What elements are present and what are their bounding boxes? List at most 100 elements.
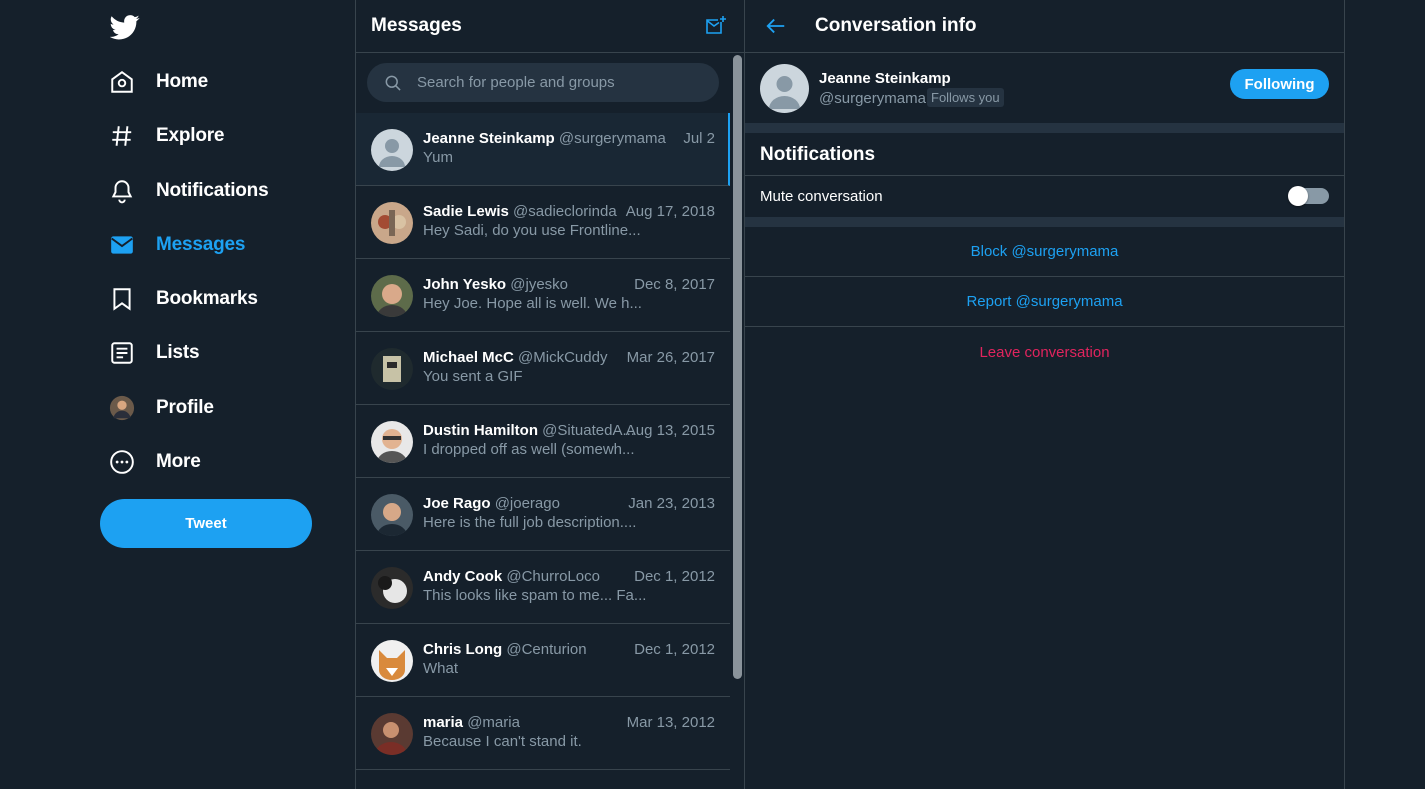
section-divider (745, 217, 1344, 227)
bell-icon (108, 177, 136, 205)
bookmark-icon (108, 285, 136, 313)
conversation-preview: Yum (423, 149, 454, 166)
section-divider (745, 123, 1344, 133)
avatar (371, 567, 413, 609)
conversation-name: John Yesko (423, 276, 507, 293)
avatar (371, 275, 413, 317)
follows-you-badge: Follows you (927, 88, 1004, 107)
conversation-row[interactable]: Andy Cook @ChurroLoco Dec 1, 2012 This l… (356, 551, 730, 624)
conversation-name: maria (423, 714, 464, 731)
avatar (371, 129, 413, 171)
conversation-name: Dustin Hamilton (423, 422, 538, 439)
conversation-name: Chris Long (423, 641, 503, 658)
nav-explore[interactable]: Explore (108, 116, 224, 156)
back-arrow-icon[interactable] (765, 15, 787, 37)
conversation-date: Mar 13, 2012 (626, 714, 715, 731)
avatar (371, 202, 413, 244)
avatar (371, 348, 413, 390)
avatar (371, 421, 413, 463)
more-icon (108, 448, 136, 476)
leave-conversation-button[interactable]: Leave conversation (745, 327, 1344, 377)
conversation-info-panel: Conversation info Jeanne Steinkamp @surg… (745, 0, 1345, 789)
messages-header: Messages (356, 0, 744, 53)
conversation-list: Jeanne Steinkamp @surgerymama Jul 2 Yum … (356, 113, 730, 770)
nav-bookmarks-label: Bookmarks (156, 288, 258, 309)
conversation-handle: @SituatedA... (542, 422, 635, 439)
conversation-date: Mar 26, 2017 (626, 349, 715, 366)
nav-profile[interactable]: Profile (108, 388, 214, 428)
conversation-preview: Because I can't stand it. (423, 733, 582, 750)
conversation-date: Aug 17, 2018 (625, 203, 715, 220)
nav-profile-label: Profile (156, 397, 214, 418)
conversation-date: Dec 8, 2017 (634, 276, 715, 293)
conversation-row[interactable]: Jeanne Steinkamp @surgerymama Jul 2 Yum (356, 113, 730, 186)
messages-panel: Messages Jeanne Steinkamp @surgerymama J… (355, 0, 745, 789)
conversation-date: Jan 23, 2013 (628, 495, 715, 512)
conversation-preview: I dropped off as well (somewh... (423, 441, 635, 458)
search-bar[interactable] (367, 63, 719, 102)
conversation-row[interactable]: Chris Long @Centurion Dec 1, 2012 What (356, 624, 730, 697)
envelope-icon (108, 231, 136, 259)
list-icon (108, 339, 136, 367)
home-icon (108, 68, 136, 96)
conversation-name: Andy Cook (423, 568, 503, 585)
avatar (371, 494, 413, 536)
messages-title: Messages (371, 15, 462, 36)
conversation-row[interactable]: John Yesko @jyesko Dec 8, 2017 Hey Joe. … (356, 259, 730, 332)
nav-more-label: More (156, 451, 201, 472)
mute-conversation-row: Mute conversation (745, 176, 1344, 217)
conversation-handle: @maria (467, 714, 520, 731)
conversation-row[interactable]: Sadie Lewis @sadieclorinda Aug 17, 2018 … (356, 186, 730, 259)
new-message-icon[interactable] (704, 14, 728, 38)
avatar (108, 394, 136, 422)
notifications-section-header: Notifications (745, 133, 1344, 176)
twitter-logo-icon[interactable] (109, 12, 140, 42)
conversation-handle: @surgerymama (558, 130, 666, 147)
sidebar-nav: Home Explore Notifications Messages Book… (0, 0, 356, 789)
nav-home-label: Home (156, 71, 208, 92)
search-icon (383, 73, 403, 93)
participant-handle: @surgerymama (819, 90, 926, 107)
nav-bookmarks[interactable]: Bookmarks (108, 279, 258, 319)
following-button[interactable]: Following (1230, 69, 1329, 99)
conversation-date: Dec 1, 2012 (634, 641, 715, 658)
avatar (371, 640, 413, 682)
conversation-handle: @ChurroLoco (506, 568, 600, 585)
nav-lists[interactable]: Lists (108, 333, 200, 373)
conversation-date: Aug 13, 2015 (625, 422, 715, 439)
conversation-preview: What (423, 660, 459, 677)
nav-more[interactable]: More (108, 442, 201, 482)
nav-messages[interactable]: Messages (108, 225, 245, 265)
conversation-name: Joe Rago (423, 495, 491, 512)
conversation-handle: @MickCuddy (518, 349, 608, 366)
conversation-date: Dec 1, 2012 (634, 568, 715, 585)
nav-notifications[interactable]: Notifications (108, 171, 269, 211)
avatar (371, 713, 413, 755)
conversation-handle: @joerago (494, 495, 560, 512)
nav-explore-label: Explore (156, 125, 225, 146)
toggle-knob (1288, 186, 1308, 206)
conversation-preview: Hey Joe. Hope all is well. We h... (423, 295, 642, 312)
conversation-row[interactable]: Michael McC @MickCuddy Mar 26, 2017 You … (356, 332, 730, 405)
conversation-date: Jul 2 (683, 130, 715, 147)
conversation-row[interactable]: maria @maria Mar 13, 2012 Because I can'… (356, 697, 730, 770)
page-title: Conversation info (815, 15, 977, 36)
conversation-preview: Hey Sadi, do you use Frontline... (423, 222, 641, 239)
conversation-preview: Here is the full job description.... (423, 514, 637, 531)
mute-conversation-label: Mute conversation (760, 188, 883, 205)
scrollbar[interactable] (733, 55, 742, 679)
nav-home[interactable]: Home (108, 62, 208, 102)
conversation-handle: @Centurion (506, 641, 587, 658)
conversation-row[interactable]: Dustin Hamilton @SituatedA... Aug 13, 20… (356, 405, 730, 478)
conversation-row[interactable]: Joe Rago @joerago Jan 23, 2013 Here is t… (356, 478, 730, 551)
conversation-handle: @jyesko (510, 276, 569, 293)
block-user-button[interactable]: Block @surgerymama (745, 227, 1344, 277)
mute-toggle[interactable] (1288, 186, 1329, 206)
tweet-button[interactable]: Tweet (100, 499, 312, 548)
report-user-button[interactable]: Report @surgerymama (745, 277, 1344, 327)
participant-row[interactable]: Jeanne Steinkamp @surgerymama Follows yo… (745, 53, 1344, 123)
conversation-preview: This looks like spam to me... Fa... (423, 587, 647, 604)
conversation-name: Jeanne Steinkamp (423, 130, 555, 147)
search-input[interactable] (417, 74, 697, 91)
participant-name: Jeanne Steinkamp (819, 70, 951, 87)
